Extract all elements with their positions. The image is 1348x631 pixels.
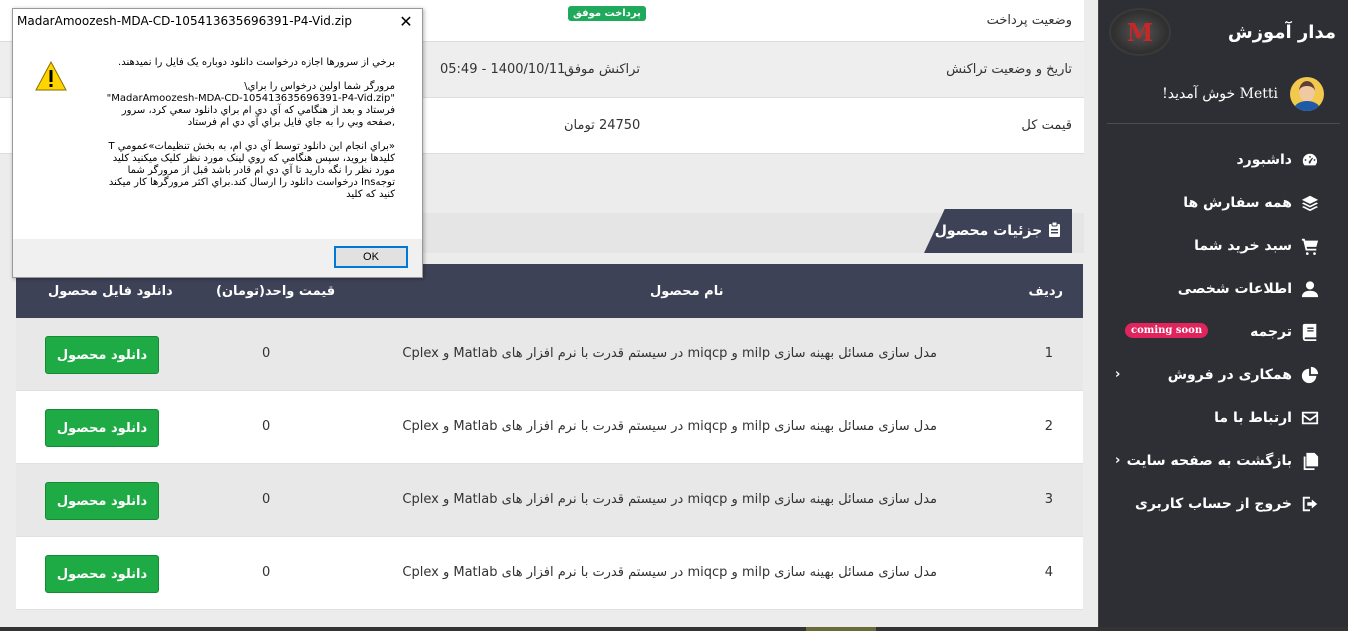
sidebar-item-label: اطلاعات شخصی — [1177, 280, 1292, 297]
section-title: جزئیات محصول — [934, 223, 1043, 239]
clipboard-icon — [1048, 221, 1061, 241]
sidebar-item-translation[interactable]: ترجمه coming soon — [1099, 310, 1348, 353]
user-icon — [1300, 279, 1320, 299]
row-number: 4 — [1044, 565, 1053, 580]
table-row: 2 مدل سازی مسائل بهینه سازی milp و miqcp… — [16, 391, 1083, 464]
sidebar-item-contact[interactable]: ارتباط با ما — [1099, 396, 1348, 439]
dialog-body: برخي از سرورها اجازه درخواست دانلود دوبا… — [13, 33, 422, 239]
sidebar-item-label: بازگشت به صفحه سایت — [1126, 452, 1292, 469]
sidebar-item-label: ترجمه — [1250, 323, 1292, 340]
welcome-text: Metti خوش آمدید! — [1162, 85, 1278, 102]
download-product-button[interactable]: دانلود محصول — [45, 336, 159, 374]
download-product-button[interactable]: دانلود محصول — [45, 482, 159, 520]
brand-title[interactable]: مدار آموزش — [1228, 22, 1336, 43]
sidebar-item-dashboard[interactable]: داشبورد — [1099, 138, 1348, 181]
sidebar-item-label: همکاری در فروش — [1167, 366, 1292, 383]
taskbar-highlight — [806, 627, 876, 631]
sidebar: مدار آموزش M Metti خوش آمدید! داشبورد هم… — [1098, 0, 1348, 631]
header-unit-price: قیمت واحد(تومان) — [216, 284, 336, 299]
sidebar-item-all-orders[interactable]: همه سفارش ها — [1099, 181, 1348, 224]
sidebar-item-label: سبد خرید شما — [1194, 237, 1292, 254]
envelope-icon — [1300, 408, 1320, 428]
sidebar-item-label: داشبورد — [1236, 151, 1293, 168]
ok-button[interactable]: OK — [334, 246, 408, 268]
brand-logo[interactable]: M — [1109, 8, 1171, 56]
sidebar-item-label: ارتباط با ما — [1214, 409, 1292, 426]
products-table: ردیف نام محصول قیمت واحد(تومان) دانلود ف… — [16, 264, 1083, 610]
product-details-tab: جزئیات محصول — [924, 209, 1072, 253]
warning-icon — [35, 61, 67, 91]
header-download: دانلود فایل محصول — [48, 284, 173, 299]
unit-price: 0 — [262, 565, 271, 580]
sidebar-item-cart[interactable]: سبد خرید شما — [1099, 224, 1348, 267]
row-number: 1 — [1044, 346, 1053, 361]
table-row: 1 مدل سازی مسائل بهینه سازی milp و miqcp… — [16, 318, 1083, 391]
chevron-left-icon: ‹ — [1115, 453, 1121, 468]
table-row: 4 مدل سازی مسائل بهینه سازی milp و miqcp… — [16, 537, 1083, 610]
sidebar-brand: مدار آموزش M — [1099, 0, 1348, 64]
sidebar-item-label: خروج از حساب کاربری — [1135, 495, 1292, 512]
row-number: 2 — [1044, 419, 1053, 434]
sidebar-item-label: همه سفارش ها — [1183, 194, 1292, 211]
copy-icon — [1300, 451, 1320, 471]
payment-success-badge: پرداخت موفق — [568, 6, 646, 21]
logo-letter: M — [1126, 17, 1154, 47]
dialog-title-bar: MadarAmoozesh-MDA-CD-105413635696391-P4-… — [13, 9, 422, 33]
layers-icon — [1300, 193, 1320, 213]
header-product-name: نام محصول — [650, 284, 724, 299]
unit-price: 0 — [262, 419, 271, 434]
total-price-label: قیمت کل — [1021, 118, 1072, 133]
row-number: 3 — [1044, 492, 1053, 507]
dialog-message: برخي از سرورها اجازه درخواست دانلود دوبا… — [106, 57, 395, 200]
transaction-label: تاریخ و وضعیت تراکنش — [946, 62, 1072, 77]
idm-error-dialog: MadarAmoozesh-MDA-CD-105413635696391-P4-… — [12, 8, 423, 278]
sidebar-item-profile[interactable]: اطلاعات شخصی — [1099, 267, 1348, 310]
transaction-datetime: 1400/10/11 - 05:49 — [440, 62, 566, 77]
avatar — [1290, 76, 1324, 111]
dashboard-icon — [1300, 150, 1320, 170]
book-icon — [1300, 322, 1320, 342]
coming-soon-badge: coming soon — [1125, 323, 1209, 338]
dialog-title: MadarAmoozesh-MDA-CD-105413635696391-P4-… — [17, 14, 352, 28]
sign-out-icon — [1300, 494, 1320, 514]
taskbar-edge — [0, 627, 1348, 631]
close-icon[interactable]: ✕ — [392, 10, 420, 32]
download-product-button[interactable]: دانلود محصول — [45, 409, 159, 447]
chevron-left-icon: ‹ — [1115, 367, 1121, 382]
unit-price: 0 — [262, 346, 271, 361]
unit-price: 0 — [262, 492, 271, 507]
sidebar-item-affiliate[interactable]: همکاری در فروش ‹ — [1099, 353, 1348, 396]
product-name: مدل سازی مسائل بهینه سازی milp و miqcp د… — [402, 346, 937, 361]
pie-chart-icon — [1300, 365, 1320, 385]
user-panel: Metti خوش آمدید! — [1107, 64, 1340, 124]
product-name: مدل سازی مسائل بهینه سازی milp و miqcp د… — [402, 565, 937, 580]
payment-status-label: وضعیت پرداخت — [986, 13, 1072, 28]
header-row-num: ردیف — [1028, 284, 1063, 299]
product-name: مدل سازی مسائل بهینه سازی milp و miqcp د… — [402, 419, 937, 434]
download-product-button[interactable]: دانلود محصول — [45, 555, 159, 593]
sidebar-menu: داشبورد همه سفارش ها سبد خرید شما اطلاعا… — [1099, 124, 1348, 525]
sidebar-item-logout[interactable]: خروج از حساب کاربری — [1099, 482, 1348, 525]
sidebar-item-back-to-site[interactable]: بازگشت به صفحه سایت ‹ — [1099, 439, 1348, 482]
table-row: 3 مدل سازی مسائل بهینه سازی milp و miqcp… — [16, 464, 1083, 537]
cart-icon — [1300, 236, 1320, 256]
transaction-status: تراکنش موفق — [564, 62, 640, 77]
total-price-value: 24750 تومان — [564, 118, 641, 133]
product-name: مدل سازی مسائل بهینه سازی milp و miqcp د… — [402, 492, 937, 507]
